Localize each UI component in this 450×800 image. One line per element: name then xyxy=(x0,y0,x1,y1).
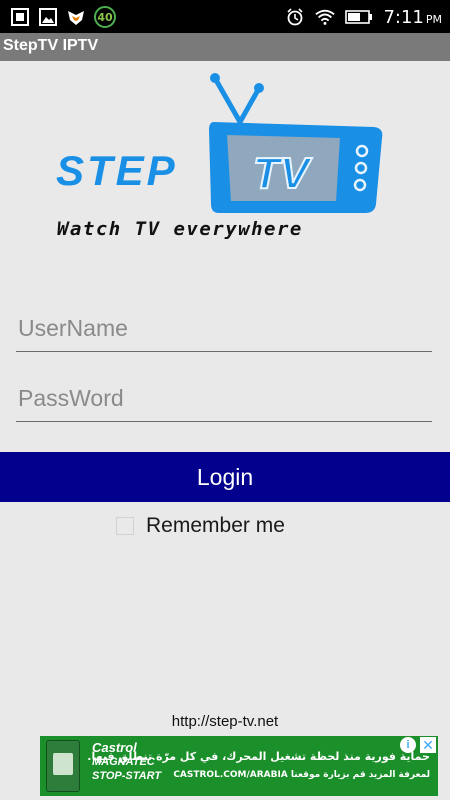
status-bar: 40 7:11 PM xyxy=(0,0,450,33)
status-left: 40 xyxy=(10,5,116,29)
ad-variant: STOP-START xyxy=(92,770,162,782)
ad-subline: لمعرفة المزيد قم بزيارة موقعنا CASTROL.C… xyxy=(173,770,430,780)
remember-me-checkbox[interactable] xyxy=(116,517,134,535)
username-field xyxy=(16,306,432,352)
image-icon xyxy=(38,7,58,27)
login-button[interactable]: Login xyxy=(0,452,450,502)
gallery-icon xyxy=(10,7,30,27)
oil-can-icon xyxy=(46,740,80,792)
ad-headline: حماية فورية منذ لحظة تشغيل المحرك، في كل… xyxy=(87,750,430,763)
alarm-icon xyxy=(285,7,305,27)
notification-count-badge: 40 xyxy=(94,6,116,28)
fox-app-icon xyxy=(66,7,86,27)
logo-step-text: STEP xyxy=(56,147,178,194)
logo-tv-text: TV xyxy=(253,149,313,198)
password-input[interactable] xyxy=(16,376,432,421)
website-url[interactable]: http://step-tv.net xyxy=(0,713,450,730)
ad-info-icon[interactable]: i xyxy=(400,737,416,753)
status-right: 7:11 PM xyxy=(285,5,442,29)
ad-banner[interactable]: Castrol MAGNATEC STOP-START حماية فورية … xyxy=(40,736,438,796)
remember-me-label: Remember me xyxy=(146,514,285,537)
wifi-icon xyxy=(315,7,336,27)
ad-close-icon[interactable]: ✕ xyxy=(420,737,436,753)
logo-tagline: Watch TV everywhere xyxy=(57,218,303,240)
app-title: StepTV IPTV xyxy=(3,37,99,54)
app-bar: StepTV IPTV xyxy=(0,33,450,61)
clock-time: 7:11 xyxy=(383,6,424,28)
password-field xyxy=(16,376,432,422)
remember-me-row[interactable]: Remember me xyxy=(116,512,285,540)
clock-ampm: PM xyxy=(425,12,442,26)
battery-icon xyxy=(345,7,373,27)
username-input[interactable] xyxy=(16,306,432,351)
clock: 7:11 PM xyxy=(383,7,442,28)
